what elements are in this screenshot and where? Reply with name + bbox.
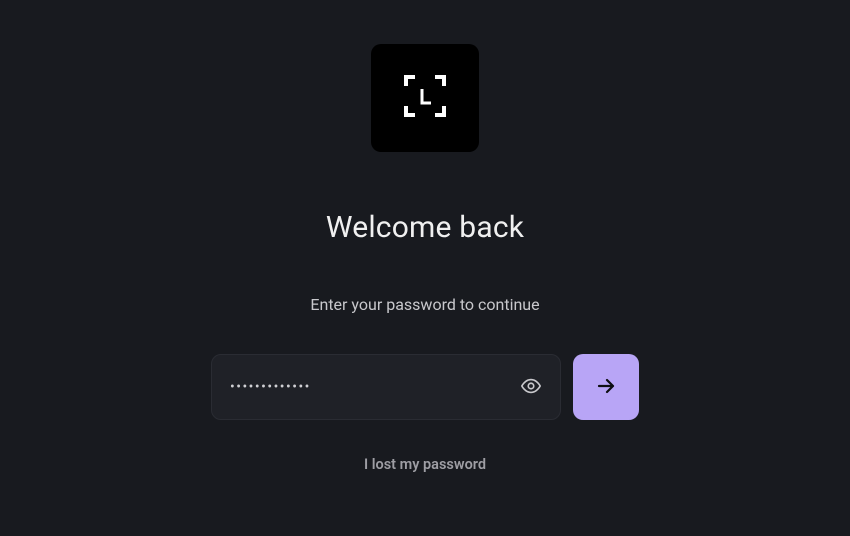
login-form (211, 354, 639, 420)
eye-icon (520, 375, 542, 400)
arrow-right-icon (594, 374, 618, 401)
password-wrapper (211, 354, 561, 420)
lost-password-link[interactable]: I lost my password (364, 456, 486, 473)
password-input[interactable] (212, 355, 502, 419)
app-logo (371, 44, 479, 152)
toggle-password-visibility-button[interactable] (502, 355, 560, 419)
submit-button[interactable] (573, 354, 639, 420)
page-subtitle: Enter your password to continue (310, 295, 539, 314)
frame-logo-icon (398, 69, 452, 127)
login-card: Welcome back Enter your password to cont… (0, 0, 850, 473)
page-title: Welcome back (326, 210, 524, 245)
